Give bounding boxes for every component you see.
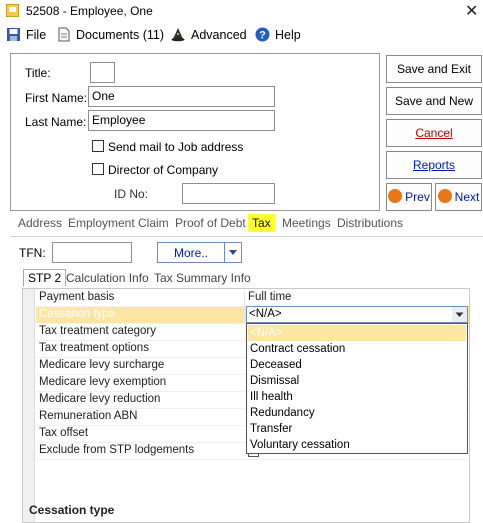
title-label: Title:	[25, 66, 51, 80]
send-mail-checkbox[interactable]	[92, 140, 104, 152]
last-name-field[interactable]: Employee	[88, 110, 275, 131]
tab-strip: Address Employment Claim Proof of Debt T…	[14, 214, 483, 236]
row-name: Medicare levy exemption	[39, 376, 167, 388]
cancel-button[interactable]: Cancel	[386, 119, 482, 147]
row-name: Medicare levy surcharge	[39, 359, 165, 371]
next-icon	[437, 189, 452, 203]
prev-button[interactable]: Prev	[386, 183, 432, 211]
row-value: Full time	[248, 291, 292, 303]
option-voluntary-cessation[interactable]: Voluntary cessation	[248, 437, 466, 453]
subtab-stp2[interactable]: STP 2	[23, 269, 67, 287]
subtab-calculation-info[interactable]: Calculation Info	[66, 271, 149, 285]
row-name: Tax treatment category	[39, 325, 156, 337]
next-button[interactable]: Next	[435, 183, 482, 211]
title-bar: 52508 - Employee, One ✕	[0, 0, 483, 22]
description-caption: Cessation type	[29, 503, 115, 517]
row-name: Payment basis	[39, 291, 115, 303]
row-name: Exclude from STP lodgements	[39, 444, 195, 456]
prev-label: Prev	[405, 190, 430, 204]
cessation-type-value: <N/A>	[249, 308, 282, 320]
menu-advanced-label: Advanced	[191, 27, 247, 42]
grid-gutter	[23, 289, 35, 522]
title-field[interactable]	[90, 62, 115, 83]
subtab-tax-summary-info[interactable]: Tax Summary Info	[154, 271, 251, 285]
prev-icon	[388, 189, 403, 203]
row-divider	[244, 290, 245, 307]
option-na[interactable]: <N/A>	[248, 325, 466, 341]
chevron-down-icon	[455, 312, 464, 317]
combo-dropdown-button[interactable]	[452, 307, 467, 322]
option-ill-health[interactable]: Ill health	[248, 389, 466, 405]
tab-meetings[interactable]: Meetings	[282, 216, 331, 230]
tab-address[interactable]: Address	[18, 216, 62, 230]
option-redundancy[interactable]: Redundancy	[248, 405, 466, 421]
save-icon	[7, 28, 20, 41]
option-transfer[interactable]: Transfer	[248, 421, 466, 437]
cessation-type-dropdown-list: <N/A> Contract cessation Deceased Dismis…	[246, 323, 468, 454]
director-label: Director of Company	[108, 163, 219, 177]
id-no-field[interactable]	[182, 183, 275, 204]
first-name-field[interactable]: One	[88, 86, 275, 107]
last-name-label: Last Name:	[25, 115, 87, 129]
send-mail-label: Send mail to Job address	[108, 140, 244, 154]
save-and-new-button[interactable]: Save and New	[386, 87, 482, 115]
document-icon	[58, 27, 70, 42]
tab-claim[interactable]: Claim	[138, 216, 169, 230]
app-icon	[6, 4, 19, 17]
director-checkbox[interactable]	[92, 163, 104, 175]
row-name: Tax treatment options	[39, 342, 149, 354]
svg-text:?: ?	[259, 30, 266, 42]
tab-tax[interactable]: Tax	[248, 214, 275, 232]
grid-row-payment-basis[interactable]: Payment basis Full time	[36, 290, 469, 307]
tfn-label: TFN:	[19, 246, 46, 260]
row-name: Tax offset	[39, 427, 89, 439]
first-name-label: First Name:	[25, 91, 88, 105]
menu-documents[interactable]: Documents (11)	[56, 27, 164, 42]
save-and-exit-button[interactable]: Save and Exit	[386, 55, 482, 83]
tab-employment[interactable]: Employment	[68, 216, 135, 230]
menu-help-label: Help	[275, 27, 301, 42]
id-no-label: ID No:	[114, 187, 149, 201]
window-title: 52508 - Employee, One	[26, 4, 153, 18]
row-name: Cessation type	[39, 308, 116, 320]
tab-proof-of-debt[interactable]: Proof of Debt	[175, 216, 246, 230]
menu-documents-label: Documents (11)	[76, 27, 164, 42]
next-label: Next	[454, 190, 480, 204]
row-name: Remuneration ABN	[39, 410, 138, 422]
menu-file-label: File	[26, 27, 47, 42]
reports-button[interactable]: Reports	[386, 151, 482, 179]
row-divider	[244, 307, 245, 324]
help-icon: ?	[255, 27, 270, 42]
chevron-down-icon[interactable]	[228, 249, 238, 256]
more-button-label: More..	[174, 246, 209, 260]
menu-help[interactable]: ? Help	[255, 27, 301, 42]
row-name: Medicare levy reduction	[39, 393, 161, 405]
option-contract-cessation[interactable]: Contract cessation	[248, 341, 466, 357]
menu-advanced[interactable]: Advanced	[171, 27, 247, 42]
wizard-hat-icon	[171, 28, 185, 42]
option-deceased[interactable]: Deceased	[248, 357, 466, 373]
menu-bar: File Documents (11) Advanced ? Help	[0, 24, 483, 48]
more-split-button[interactable]: More..	[157, 242, 242, 263]
tab-distributions[interactable]: Distributions	[337, 216, 403, 230]
close-icon[interactable]: ✕	[465, 1, 478, 21]
tfn-field[interactable]	[52, 242, 132, 263]
menu-file[interactable]: File	[6, 27, 46, 42]
option-dismissal[interactable]: Dismissal	[248, 373, 466, 389]
cessation-type-combo[interactable]: <N/A>	[246, 306, 468, 323]
split-divider	[224, 243, 225, 262]
